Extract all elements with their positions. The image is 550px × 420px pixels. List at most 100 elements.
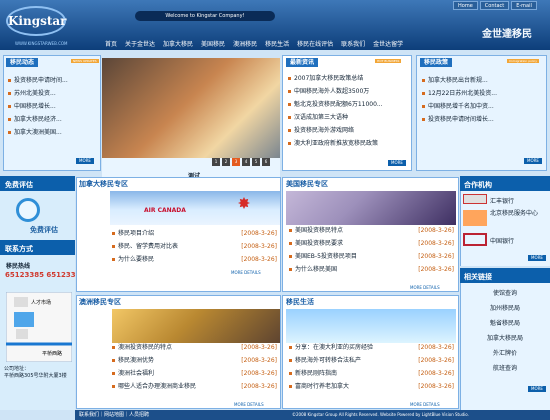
company-address: 公司地址： 平桥西路305号华附大厦3楼 xyxy=(4,366,67,379)
site-url: WWW.KINGSTARWEB.COM xyxy=(15,41,68,46)
australia-more[interactable]: MORE DETAILS xyxy=(234,402,264,407)
news-item-5[interactable]: 加拿大澳洲美国... xyxy=(8,126,96,139)
footer-links[interactable]: 联系我们｜网站地图｜人员招聘 xyxy=(79,410,149,420)
canada-list: 移民项目介绍 [2008-3-26] 移民、留学费用对比表 [2008-3-26] … xyxy=(112,227,277,266)
hot-item-3[interactable]: 魁北克投资移民配额6万11000... xyxy=(288,98,406,111)
email-link[interactable]: E-mail xyxy=(511,1,537,10)
life-item-2[interactable]: 移民海外可转移合法私产 [2008-3-26] xyxy=(289,354,454,367)
nav-item-study[interactable]: 金世达留学 xyxy=(373,40,403,50)
nav-item-evaluation[interactable]: 移民在线评估 xyxy=(297,40,333,50)
slide-dot-1[interactable]: 1 xyxy=(212,158,220,166)
hotline-label: 移民热线 xyxy=(6,263,31,270)
nav-item-australia[interactable]: 澳洲移民 xyxy=(233,40,257,50)
page: Kingstar Welcome to Kingstar Company! WW… xyxy=(0,0,550,420)
nav-item-home[interactable]: 首页 xyxy=(105,40,117,50)
hot-business-sub: HOT BUSINESS xyxy=(375,59,402,63)
policy-item-3[interactable]: 中国移民增千名加中资... xyxy=(422,100,542,113)
map-label-1: 人才市场 xyxy=(31,299,51,306)
partners-more[interactable]: MORE xyxy=(528,255,546,261)
map-label-2: 平桥西路 xyxy=(42,350,62,357)
nav-item-canada[interactable]: 加拿大移民 xyxy=(163,40,193,50)
news-item-1[interactable]: 投资移民申请时间... xyxy=(8,74,96,87)
hero-photo xyxy=(102,58,280,168)
slide-dot-2[interactable]: 2 xyxy=(222,158,230,166)
free-evaluation-title: 免费评估 xyxy=(5,181,33,189)
policy-more-button[interactable]: MORE xyxy=(524,158,542,164)
partner-item-1[interactable]: 汇丰银行 xyxy=(490,196,514,205)
policy-item-1[interactable]: 加拿大移民出台新规... xyxy=(422,74,542,87)
canada-item-3[interactable]: 为什么要移民 [2008-3-26] xyxy=(112,253,277,266)
hot-business-title: 最新资讯 xyxy=(286,58,319,67)
contact-link[interactable]: Contact xyxy=(479,1,510,10)
link-item-3[interactable]: 魁省移民局 xyxy=(470,316,540,331)
hot-item-4[interactable]: 汉语成加第三大语种 xyxy=(288,111,406,124)
usa-item-4[interactable]: 为什么移民美国 [2008-3-26] xyxy=(289,263,454,276)
link-item-6[interactable]: 航班查询 xyxy=(470,361,540,376)
link-item-1[interactable]: 使馆查询 xyxy=(470,286,540,301)
policy-item-2[interactable]: 12月22日苏州北美投资... xyxy=(422,87,542,100)
links-title: 相关链接 xyxy=(464,273,492,281)
life-item-4[interactable]: 富商时行养老加拿大 [2008-3-26] xyxy=(289,380,454,393)
policy-item-4[interactable]: 投资移民申请时间增长... xyxy=(422,113,542,126)
nav-item-contact[interactable]: 联系我们 xyxy=(341,40,365,50)
partner-item-3[interactable]: 中国银行 xyxy=(490,236,514,245)
australia-item-3[interactable]: 澳洲社会福利 [2008-3-26] xyxy=(112,367,277,380)
usa-item-2[interactable]: 美国投资移民要求 [2008-3-26] xyxy=(289,237,454,250)
nav-item-life[interactable]: 移民生活 xyxy=(265,40,289,50)
main-nav: 首页 关于金世达 加拿大移民 美国移民 澳洲移民 移民生活 移民在线评估 联系我… xyxy=(105,40,403,50)
canada-item-2[interactable]: 移民、留学费用对比表 [2008-3-26] xyxy=(112,240,277,253)
life-section-title: 移民生活 xyxy=(286,298,314,306)
australia-item-1[interactable]: 澳洲投资移民的特点 [2008-3-26] xyxy=(112,341,277,354)
slide-dot-3[interactable]: 3 xyxy=(232,158,240,166)
hsbc-logo[interactable] xyxy=(463,194,487,204)
hot-item-6[interactable]: 澳大利亚政府新推放宽移民政策 xyxy=(288,137,406,150)
usa-more[interactable]: MORE DETAILS xyxy=(410,285,440,290)
usa-item-1[interactable]: 美国投资移民特点 [2008-3-26] xyxy=(289,224,454,237)
australia-section-title: 澳洲移民专区 xyxy=(79,298,121,306)
hot-item-1[interactable]: 2007加拿大移民政策总结 xyxy=(288,72,406,85)
hot-item-2[interactable]: 中国移民海外人数超3500万 xyxy=(288,85,406,98)
welcome-banner: Welcome to Kingstar Company! xyxy=(135,11,275,21)
site-logo[interactable]: Kingstar xyxy=(6,6,67,36)
contact-title: 联系方式 xyxy=(5,245,33,253)
australia-item-4[interactable]: 哪些人适合办理澳洲商业移民 [2008-3-26] xyxy=(112,380,277,393)
link-item-4[interactable]: 加拿大移民局 xyxy=(470,331,540,346)
usa-section-title: 美国移民专区 xyxy=(286,180,328,188)
life-item-1[interactable]: 分享：在澳大利亚的买房经验 [2008-3-26] xyxy=(289,341,454,354)
news-item-3[interactable]: 中国移民增长... xyxy=(8,100,96,113)
free-evaluation-button[interactable]: 免费评估 xyxy=(30,225,58,235)
hot-more-button[interactable]: MORE xyxy=(388,160,406,166)
canada-item-1[interactable]: 移民项目介绍 [2008-3-26] xyxy=(112,227,277,240)
australia-item-2[interactable]: 移民澳洲优势 [2008-3-26] xyxy=(112,354,277,367)
link-item-5[interactable]: 外汇牌价 xyxy=(470,346,540,361)
slide-dots: 1 2 3 4 5 6 xyxy=(212,158,270,166)
news-more-button[interactable]: MORE xyxy=(76,158,94,164)
boc-logo[interactable] xyxy=(463,233,487,246)
partner-item-2[interactable]: 北京移民服务中心 xyxy=(490,210,545,218)
links-more[interactable]: MORE xyxy=(528,386,546,392)
home-link[interactable]: Home xyxy=(453,1,478,10)
usa-item-3[interactable]: 美国EB-5投资移民项目 [2008-3-26] xyxy=(289,250,454,263)
slide-dot-5[interactable]: 5 xyxy=(252,158,260,166)
immigration-policy-title: 移民政策 xyxy=(420,58,453,67)
life-photo xyxy=(286,309,456,343)
news-item-4[interactable]: 加拿大移民经济... xyxy=(8,113,96,126)
air-canada-logo: AIR CANADA xyxy=(144,207,186,214)
immigration-policy-sub: Immigration policy xyxy=(507,59,540,63)
canada-more[interactable]: MORE DETAILS xyxy=(231,270,261,275)
bank-logo[interactable] xyxy=(463,210,487,226)
magnifier-icon[interactable] xyxy=(16,198,40,222)
top-links: Home Contact E-mail xyxy=(453,1,537,10)
link-item-2[interactable]: 加州移民局 xyxy=(470,301,540,316)
links-list: 使馆查询 加州移民局 魁省移民局 加拿大移民局 外汇牌价 航班查询 xyxy=(470,286,540,376)
slide-dot-6[interactable]: 6 xyxy=(262,158,270,166)
slide-dot-4[interactable]: 4 xyxy=(242,158,250,166)
nav-item-about[interactable]: 关于金世达 xyxy=(125,40,155,50)
life-more[interactable]: MORE DETAILS xyxy=(410,402,440,407)
life-item-3[interactable]: 新移民刚阵指南 [2008-3-26] xyxy=(289,367,454,380)
hot-item-5[interactable]: 投资移民海外游戏网络 xyxy=(288,124,406,137)
news-updates-sub: NEWS UPDATES xyxy=(71,59,99,63)
partners-title: 合作机构 xyxy=(464,181,492,189)
nav-item-usa[interactable]: 美国移民 xyxy=(201,40,225,50)
news-item-2[interactable]: 苏州北美投资... xyxy=(8,87,96,100)
